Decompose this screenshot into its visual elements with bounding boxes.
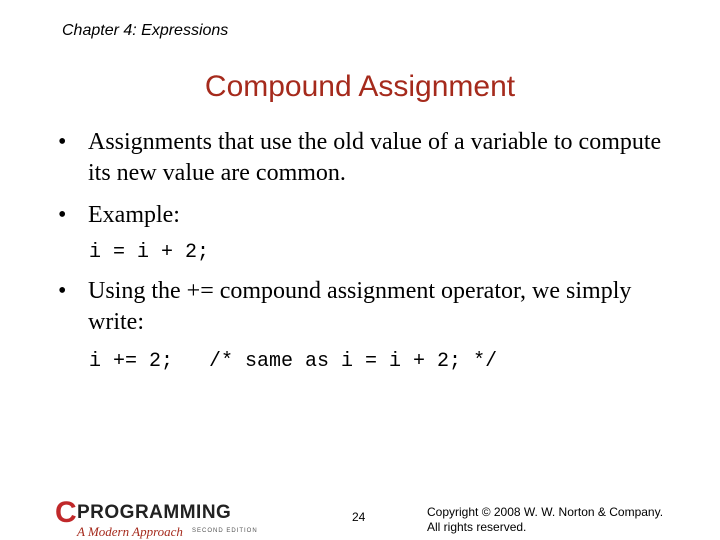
bullet-icon: • [58, 278, 67, 304]
bullet-item: • Example: [58, 200, 688, 231]
bullet-icon: • [58, 202, 67, 228]
slide-title: Compound Assignment [204, 70, 516, 103]
logo-edition: SECOND EDITION [192, 528, 258, 534]
copyright-line: All rights reserved. [427, 520, 527, 534]
book-logo: C PROGRAMMING A Modern Approach SECOND E… [55, 498, 270, 540]
code-line: i = i + 2; [89, 241, 210, 264]
chapter-heading: Chapter 4: Expressions [62, 22, 229, 39]
bullet-item: • Assignments that use the old value of … [58, 127, 688, 189]
logo-subtitle: A Modern Approach [77, 524, 183, 539]
logo-wordmark: PROGRAMMING [77, 502, 232, 523]
copyright-notice: Copyright © 2008 W. W. Norton & Company.… [427, 505, 663, 535]
bullet-text: Using the += compound assignment operato… [88, 278, 632, 335]
bullet-text: Assignments that use the old value of a … [88, 129, 662, 186]
logo-c-letter: C [55, 496, 77, 529]
bullet-icon: • [58, 129, 67, 155]
code-line: i += 2; /* same as i = i + 2; */ [89, 350, 498, 373]
copyright-line: Copyright © 2008 W. W. Norton & Company. [427, 505, 664, 519]
bullet-item: • Using the += compound assignment opera… [58, 276, 688, 338]
bullet-text: Example: [88, 202, 180, 228]
page-number: 24 [352, 510, 366, 524]
